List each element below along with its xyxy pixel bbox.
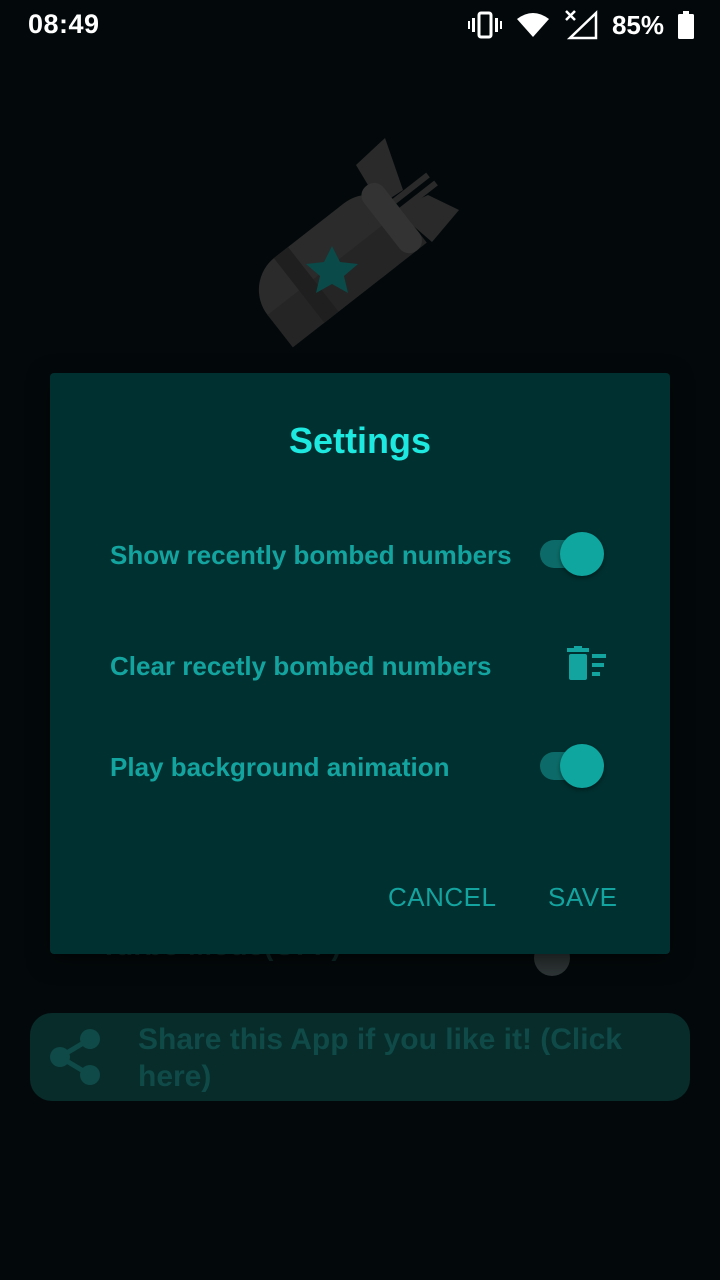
dialog-title: Settings <box>288 420 431 461</box>
status-icons: 85% <box>467 9 694 41</box>
cellular-no-data-icon <box>565 10 598 40</box>
play-animation-toggle[interactable] <box>538 744 606 788</box>
show-recent-numbers-toggle[interactable] <box>538 532 606 576</box>
share-icon <box>50 1029 100 1085</box>
toggle-knob <box>560 744 604 788</box>
wifi-icon <box>516 13 549 37</box>
vibrate-icon <box>467 11 502 39</box>
screen: 08:49 85% Share this App if you like it!… <box>0 0 720 1280</box>
clear-recent-numbers-label: Clear recetly bombed numbers <box>110 651 492 681</box>
delete-sweep-icon[interactable] <box>564 646 610 684</box>
bomb-icon <box>258 138 459 348</box>
status-bar: 08:49 85% <box>0 0 720 50</box>
status-time: 08:49 <box>28 9 100 39</box>
battery-percent: 85% <box>611 9 664 40</box>
cancel-button[interactable]: CANCEL <box>388 882 496 913</box>
show-recent-numbers-label: Show recently bombed numbers <box>110 540 512 570</box>
play-animation-label: Play background animation <box>110 752 450 782</box>
share-app-text: Share this App if you like it! (Click he… <box>138 1023 622 1093</box>
battery-icon <box>678 11 694 39</box>
share-app-banner: Share this App if you like it! (Click he… <box>30 1013 690 1101</box>
save-button[interactable]: SAVE <box>548 882 617 913</box>
toggle-knob <box>560 532 604 576</box>
